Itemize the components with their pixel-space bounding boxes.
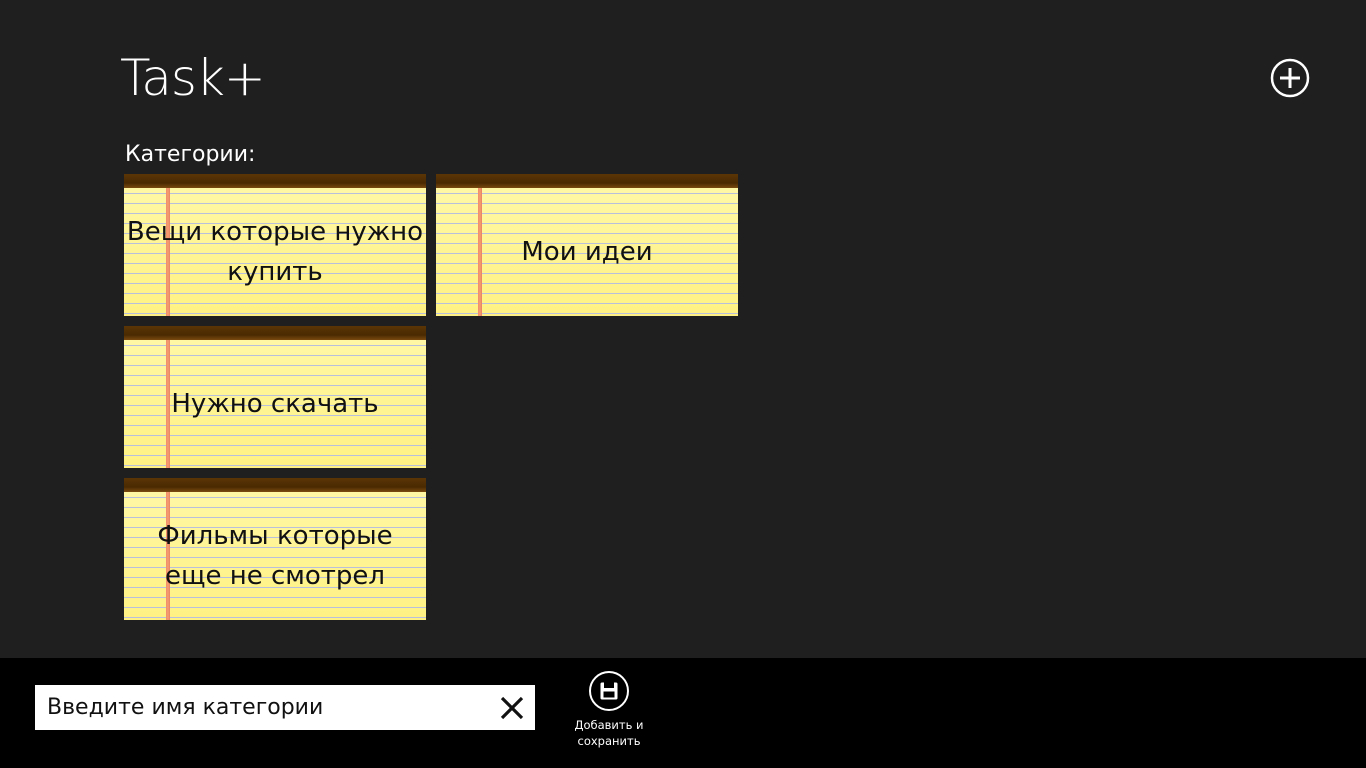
close-icon bbox=[500, 696, 524, 720]
category-tile-label: Мои идеи bbox=[521, 237, 653, 267]
category-tile[interactable]: Вещи которые нужно купить bbox=[124, 174, 426, 316]
category-tile[interactable]: Нужно скачать bbox=[124, 326, 426, 468]
app-title: Task+ bbox=[120, 49, 266, 107]
category-name-field bbox=[35, 685, 535, 730]
categories-label: Категории: bbox=[125, 142, 256, 167]
category-tile[interactable]: Мои идеи bbox=[436, 174, 738, 316]
add-category-button[interactable] bbox=[1270, 58, 1310, 98]
category-tile[interactable]: Фильмы которые еще не смотрел bbox=[124, 478, 426, 620]
category-tile-label: Фильмы которые еще не смотрел bbox=[157, 521, 393, 591]
save-icon bbox=[589, 671, 629, 711]
plus-circle-icon bbox=[1270, 58, 1310, 98]
category-tile-label: Вещи которые нужно купить bbox=[126, 217, 424, 287]
clear-input-button[interactable] bbox=[499, 695, 525, 721]
save-button-label: Добавить и сохранить bbox=[574, 718, 644, 748]
category-tile-label: Нужно скачать bbox=[171, 389, 379, 419]
add-and-save-button[interactable]: Добавить и сохранить bbox=[568, 670, 650, 762]
bottom-app-bar: Добавить исохранить bbox=[0, 658, 1366, 768]
category-name-input[interactable] bbox=[35, 685, 485, 730]
